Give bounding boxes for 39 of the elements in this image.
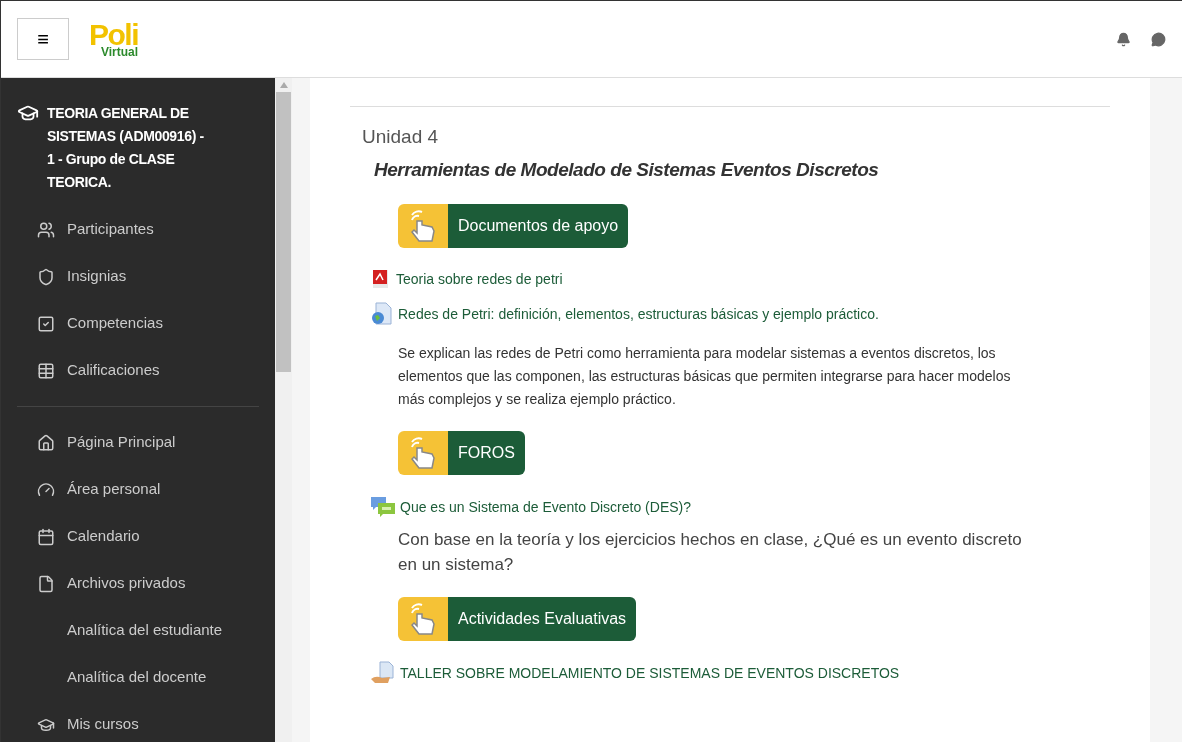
sidebar-item[interactable]: Página Principal xyxy=(67,431,176,454)
resource-description: Con base en la teoría y los ejercicios hechos en clase, ¿Qué es un evento discreto en un sistema? xyxy=(398,529,1023,576)
sidebar-item[interactable]: Analítica del estudiante xyxy=(67,619,223,642)
table-icon xyxy=(37,361,55,380)
logo[interactable]: Poli Virtual xyxy=(89,20,139,58)
resource-link[interactable]: Teoria sobre redes de petri xyxy=(396,268,563,290)
resource-link[interactable]: Que es un Sistema de Evento Discreto (DES)? xyxy=(400,496,692,518)
resource-link[interactable]: Redes de Petri: definición, elementos, estructuras básicas y ejemplo práctico. xyxy=(398,303,879,325)
shield-icon xyxy=(37,267,55,286)
forum-icon xyxy=(370,495,396,519)
section-title: Unidad 4 xyxy=(362,125,440,149)
file-icon xyxy=(37,574,55,593)
tap-hand-icon xyxy=(408,209,438,243)
messages-icon[interactable] xyxy=(1151,31,1166,47)
checkbox-icon xyxy=(37,314,55,333)
sidebar-item[interactable]: Calendario xyxy=(67,525,140,548)
sidebar-item[interactable]: Competencias xyxy=(67,312,163,335)
assignment-icon xyxy=(370,661,396,685)
sidebar-item[interactable]: Mis cursos xyxy=(67,713,139,736)
web-page-icon xyxy=(370,302,394,326)
scrollbar[interactable] xyxy=(275,78,292,742)
tap-hand-icon xyxy=(408,436,438,470)
home-icon xyxy=(37,433,55,452)
sidebar-item[interactable]: Archivos privados xyxy=(67,572,186,595)
sidebar-item[interactable]: Analítica del docente xyxy=(67,666,207,689)
menu-button[interactable]: ≡ xyxy=(17,18,69,60)
notifications-icon[interactable] xyxy=(1116,31,1131,47)
tap-hand-icon xyxy=(408,602,438,636)
resource-description: Se explican las redes de Petri como herramienta para modelar sistemas a eventos discretos, los elementos que las componen, las estructuras básicas que permiten integrarse para hacer modelos más complejos y se realiza ejemplo práctico. xyxy=(398,344,1012,409)
course-title[interactable]: TEORIA GENERAL DE SISTEMAS (ADM00916) - 1 - Grupo de CLASE TEORICA. xyxy=(47,102,207,194)
section-subtitle: Herramientas de Modelado de Sistemas Eventos Discretos xyxy=(374,157,880,182)
sidebar-item[interactable]: Calificaciones xyxy=(67,359,160,382)
resource-link[interactable]: TALLER SOBRE MODELAMIENTO DE SISTEMAS DE EVENTOS DISCRETOS xyxy=(400,662,900,684)
users-icon xyxy=(37,220,55,239)
calendar-icon xyxy=(37,527,55,546)
gauge-icon xyxy=(37,480,55,499)
sidebar-item[interactable]: Área personal xyxy=(67,478,161,501)
sidebar-item[interactable]: Insignias xyxy=(67,265,127,288)
sidebar-item[interactable]: Participantes xyxy=(67,218,154,241)
